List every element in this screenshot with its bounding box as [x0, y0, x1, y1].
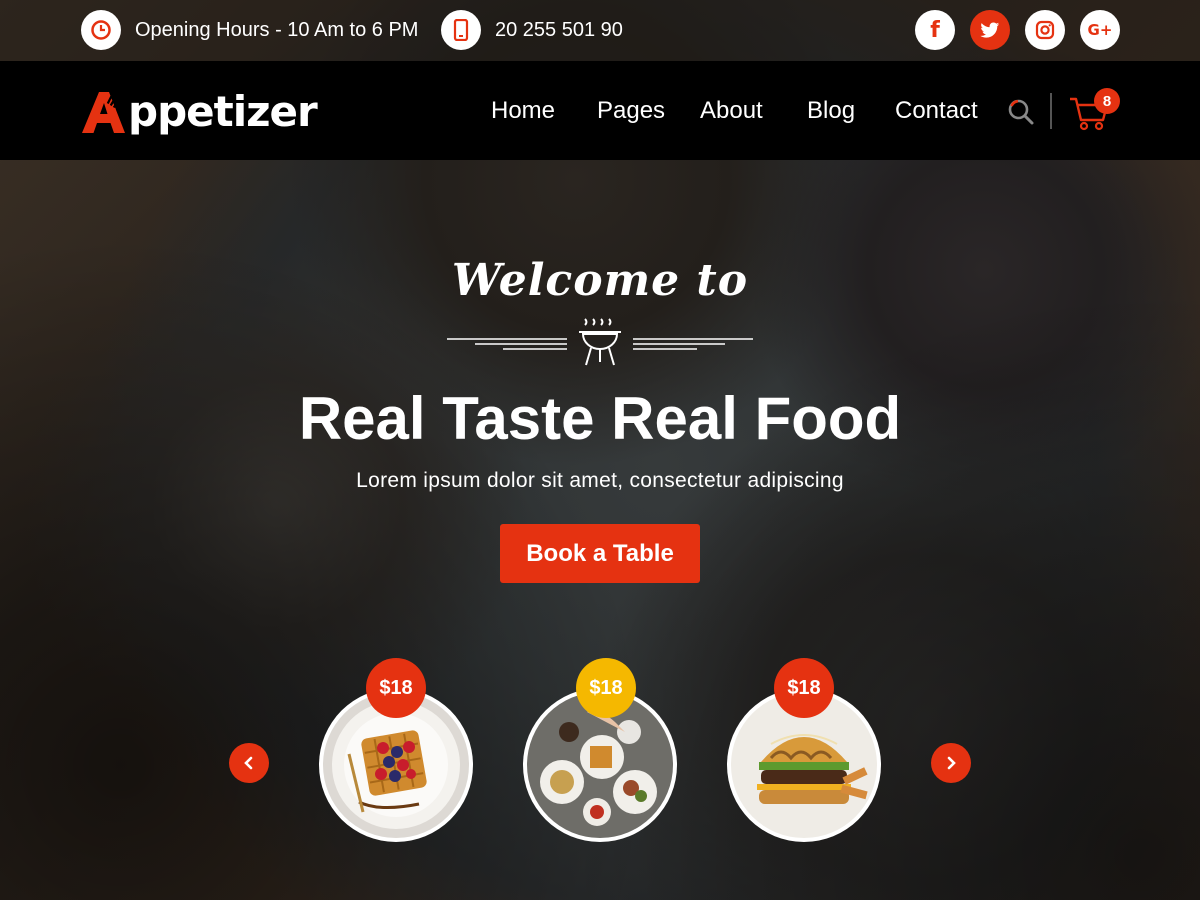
- logo-a-fork-icon: [80, 89, 126, 135]
- clock-icon: [81, 10, 121, 50]
- main-navbar: ppetizer Home Pages About Blog Contact 8: [0, 61, 1200, 160]
- phone-number: 20 255 501 90: [441, 10, 623, 50]
- hero-title: Real Taste Real Food: [298, 385, 902, 452]
- carousel-next-button[interactable]: [931, 743, 971, 783]
- instagram-icon: [1035, 20, 1055, 40]
- nav-about[interactable]: About: [700, 97, 763, 125]
- chevron-left-icon: [244, 756, 253, 770]
- mobile-phone-icon: [441, 10, 481, 50]
- nav-contact[interactable]: Contact: [895, 97, 978, 125]
- carousel-prev-button[interactable]: [229, 743, 269, 783]
- price-badge: $18: [576, 658, 636, 718]
- nav-blog[interactable]: Blog: [807, 97, 855, 125]
- google-plus-icon: G+: [1087, 21, 1113, 39]
- logo-text: ppetizer: [128, 87, 318, 136]
- phone-number-text[interactable]: 20 255 501 90: [495, 19, 623, 42]
- facebook-icon: f: [930, 17, 940, 43]
- search-icon[interactable]: [1006, 97, 1036, 132]
- hero-welcome-script: Welcome to: [451, 255, 749, 306]
- nav-home[interactable]: Home: [491, 97, 555, 125]
- facebook-link[interactable]: f: [915, 10, 955, 50]
- grill-ornament-icon: [447, 318, 753, 366]
- nav-pages[interactable]: Pages: [597, 97, 665, 125]
- price-text: $18: [589, 676, 623, 699]
- price-text: $18: [787, 676, 821, 699]
- cart-count-badge: 8: [1094, 88, 1120, 114]
- price-text: $18: [379, 676, 413, 699]
- opening-hours: Opening Hours - 10 Am to 6 PM: [81, 10, 418, 50]
- book-table-button[interactable]: Book a Table: [500, 524, 700, 583]
- chevron-right-icon: [947, 756, 956, 770]
- nav-divider: [1050, 93, 1052, 129]
- site-logo[interactable]: ppetizer: [80, 87, 318, 136]
- twitter-link[interactable]: [970, 10, 1010, 50]
- twitter-icon: [980, 22, 1000, 38]
- opening-hours-text: Opening Hours - 10 Am to 6 PM: [135, 18, 419, 41]
- price-badge: $18: [366, 658, 426, 718]
- top-info-bar: Opening Hours - 10 Am to 6 PM 20 255 501…: [0, 0, 1200, 61]
- price-badge: $18: [774, 658, 834, 718]
- instagram-link[interactable]: [1025, 10, 1065, 50]
- hero-subtitle: Lorem ipsum dolor sit amet, consectetur …: [356, 469, 844, 492]
- google-plus-link[interactable]: G+: [1080, 10, 1120, 50]
